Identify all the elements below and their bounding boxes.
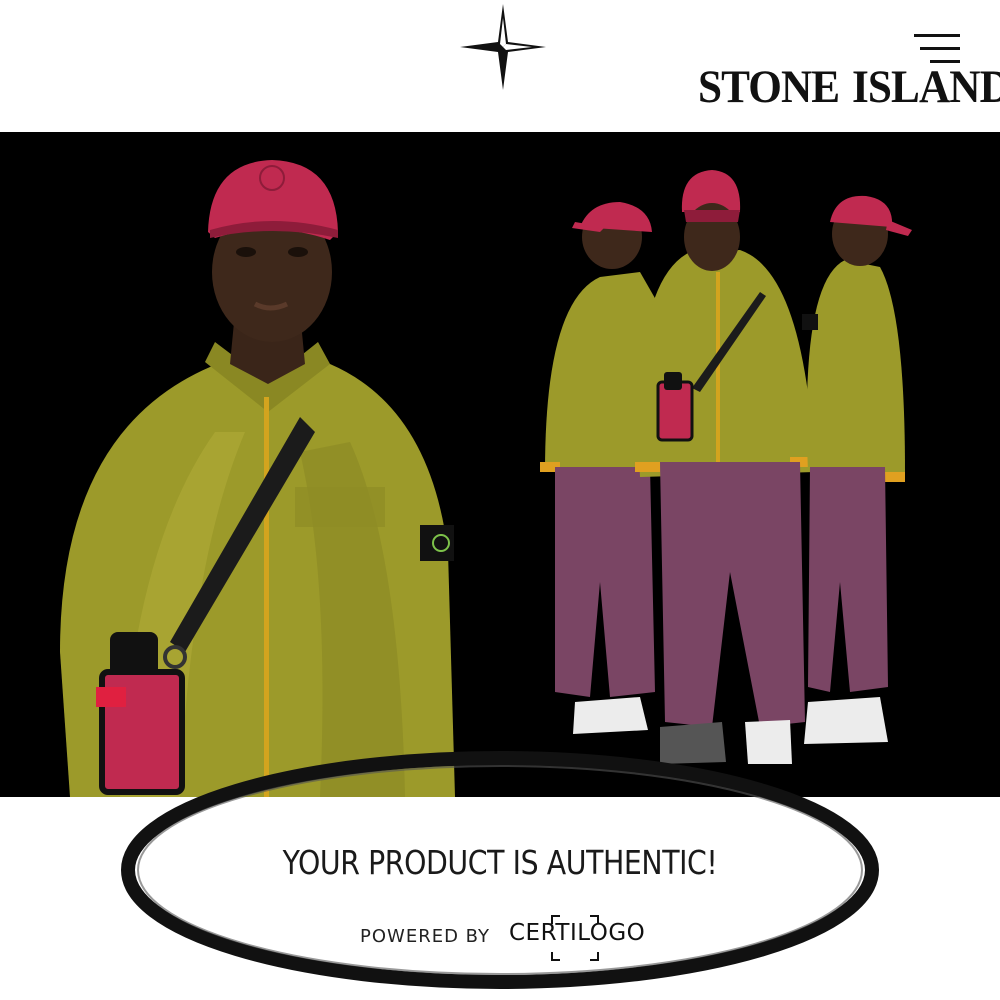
hamburger-menu-button[interactable]	[906, 30, 966, 70]
compass-rose-icon	[460, 4, 546, 90]
powered-by-label: POWERED BY	[360, 926, 491, 947]
campaign-photo	[0, 132, 1000, 797]
header: STONE ISLAND	[0, 0, 1000, 132]
hero-image	[0, 132, 1000, 797]
authentic-message: YOUR PRODUCT IS AUTHENTIC!	[282, 843, 718, 882]
hamburger-menu-icon	[914, 34, 960, 37]
certilogo-brand[interactable]: CERTILOGO	[509, 920, 645, 946]
brand-name-left: STONE	[698, 61, 840, 113]
